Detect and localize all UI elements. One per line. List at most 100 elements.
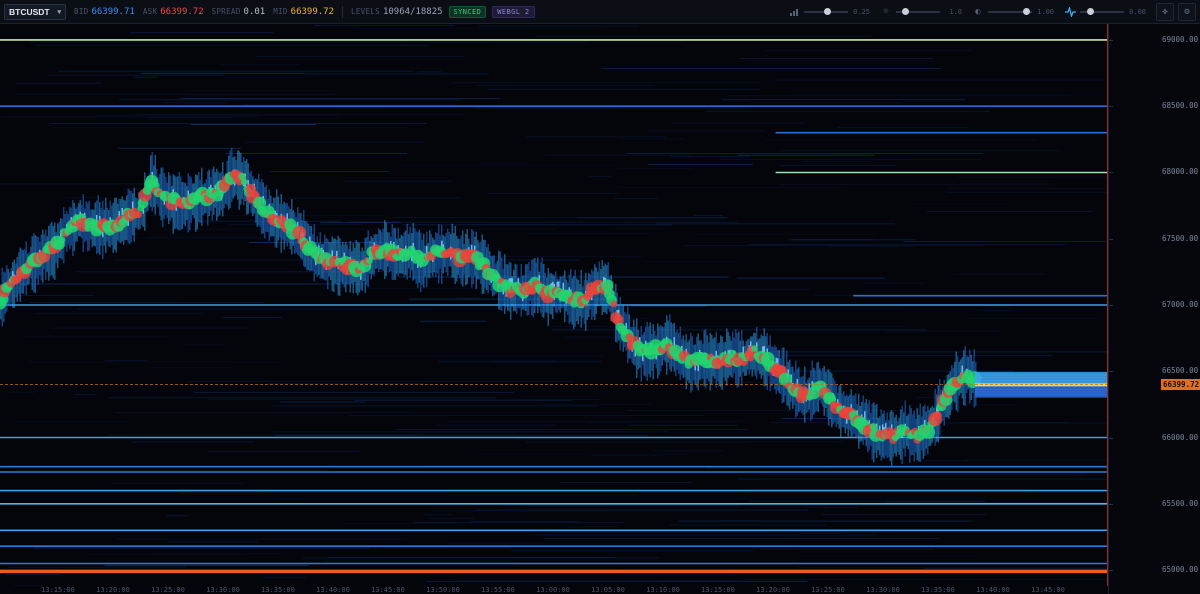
depth-streak (719, 519, 760, 521)
depth-streak (7, 566, 187, 568)
control-value-1: 1.0 (949, 8, 962, 16)
depth-streak (402, 224, 673, 226)
depth-streak (535, 534, 876, 536)
price-tick-mark (1109, 39, 1113, 41)
depth-streak (410, 432, 516, 434)
orderbook-heatmap[interactable] (0, 24, 1108, 586)
depth-streak (349, 415, 704, 416)
price-tick-label: 66000.00 (1162, 432, 1199, 442)
depth-streak (15, 469, 330, 471)
divider (342, 5, 344, 18)
depth-streak (670, 156, 751, 157)
depth-streak (272, 431, 669, 433)
price-tick-label: 67500.00 (1162, 233, 1199, 243)
depth-streak (656, 223, 895, 225)
depth-streak (620, 261, 738, 262)
depth-streak (116, 412, 416, 413)
depth-streak (222, 41, 589, 43)
control-slider-1[interactable] (896, 8, 940, 15)
depth-streak (779, 183, 1049, 185)
depth-streak (748, 244, 1066, 245)
render-controls: 0.25 ☼ 1.0 ◐ 1.00 0.00 ✜ ⚙ (788, 0, 1200, 24)
time-tick-label: 13:35:00 (261, 586, 295, 594)
depth-streak (280, 401, 365, 403)
depth-streak (694, 215, 723, 216)
depth-streak (345, 221, 738, 223)
price-tick-mark (1109, 172, 1113, 174)
depth-streak (94, 114, 339, 116)
depth-streak (481, 163, 527, 165)
depth-streak (104, 215, 386, 216)
depth-streak (739, 58, 933, 59)
slider-knob[interactable] (824, 8, 832, 15)
price-axis[interactable]: 66399.72 69000.00 68500.00 68000.00 67500.0… (1108, 24, 1200, 594)
buy-trade-blob (57, 236, 66, 244)
depth-streak (58, 70, 413, 72)
spread-value: 0.01 (243, 6, 266, 17)
time-tick-label: 13:45:00 (371, 586, 405, 594)
depth-streak (225, 153, 408, 154)
slider-knob[interactable] (1087, 8, 1095, 15)
depth-streak (650, 450, 723, 452)
sell-trade-blob (135, 211, 143, 219)
control-slider-3[interactable] (1080, 8, 1124, 15)
sell-trade-blob (292, 225, 307, 240)
depth-streak (24, 335, 168, 337)
settings-button[interactable]: ⚙ (1178, 3, 1196, 21)
depth-streak (148, 117, 232, 119)
buy-trade-blob (751, 345, 758, 352)
control-value-2: 1.00 (1037, 8, 1054, 16)
depth-streak (184, 343, 227, 345)
depth-streak (263, 576, 306, 578)
time-tick-label: 13:45:00 (1031, 586, 1065, 594)
depth-streak (476, 85, 655, 87)
depth-streak (957, 176, 1108, 178)
depth-streak (803, 161, 874, 162)
time-tick-label: 13:20:00 (756, 586, 790, 594)
slider-knob[interactable] (1023, 8, 1031, 15)
time-tick-label: 13:00:00 (536, 586, 570, 594)
time-tick-label: 13:35:00 (921, 586, 955, 594)
depth-streak (630, 305, 707, 307)
depth-streak (526, 136, 666, 138)
depth-streak (51, 126, 407, 128)
depth-streak (328, 557, 615, 558)
crosshair-button[interactable]: ✜ (1156, 3, 1174, 21)
depth-streak (395, 429, 748, 430)
depth-streak (162, 102, 228, 104)
control-slider-0[interactable] (804, 8, 848, 15)
depth-streak (35, 45, 428, 46)
control-slider-2[interactable] (988, 8, 1032, 15)
slider-knob[interactable] (901, 8, 909, 15)
price-tick-mark (1109, 570, 1113, 572)
symbol-select[interactable]: BTCUSDT ▾ (4, 3, 66, 20)
depth-streak (493, 360, 558, 362)
depth-streak (627, 424, 738, 426)
depth-streak (0, 116, 259, 118)
time-tick-label: 13:50:00 (426, 586, 460, 594)
depth-streak (791, 239, 916, 241)
depth-streak (924, 568, 1108, 569)
sun-icon: ☼ (883, 7, 889, 17)
depth-streak (15, 93, 336, 95)
depth-streak (9, 295, 94, 296)
depth-streak (617, 168, 692, 170)
depth-streak (104, 564, 309, 566)
depth-streak (33, 547, 371, 549)
price-tick-mark (1109, 238, 1113, 240)
depth-streak (150, 552, 283, 554)
price-tick-label: 65000.00 (1162, 565, 1199, 575)
time-tick-label: 13:20:00 (96, 586, 130, 594)
depth-streak (776, 79, 1108, 81)
depth-streak (49, 123, 427, 124)
depth-streak (417, 71, 442, 73)
time-tick-label: 13:55:00 (481, 586, 515, 594)
depth-streak (343, 523, 458, 524)
ask-label: ASK (142, 7, 158, 16)
depth-streak (47, 74, 225, 76)
depth-streak (947, 188, 1108, 189)
time-axis[interactable]: 13:15:00 13:20:00 13:25:00 13:30:00 13:35:00… (0, 586, 1108, 594)
depth-streak (278, 498, 306, 500)
depth-streak (89, 554, 244, 555)
price-tick-label: 68000.00 (1162, 167, 1199, 177)
